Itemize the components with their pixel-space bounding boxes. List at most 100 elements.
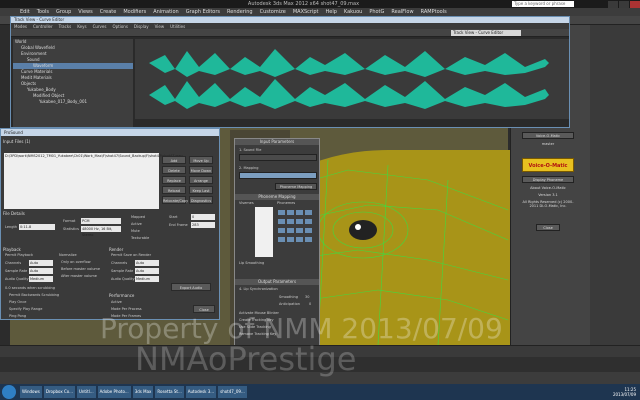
tv-menu-item[interactable]: Utilities (170, 24, 185, 29)
backwards-scrub-checkbox[interactable]: Permit Backwards Scrubbing (9, 293, 59, 297)
normalize-option[interactable]: After master volume (61, 274, 97, 278)
track-view-name-field[interactable]: Track View - Curve Editor (451, 30, 521, 36)
ping-pong-checkbox[interactable]: Ping Pong (9, 314, 26, 318)
export-audio-button[interactable]: Export Audio (171, 283, 211, 291)
menu-item[interactable]: Create (100, 9, 117, 15)
taskbar-item[interactable]: Untitl... (76, 386, 96, 398)
performance-label: Performance (109, 293, 135, 298)
channels-select[interactable]: Auto (29, 260, 53, 266)
tree-item[interactable]: Yukabee_017_Body_001 (13, 99, 133, 105)
taskbar-item[interactable]: Rosetta St... (155, 386, 184, 398)
mute-checkbox[interactable]: Mute (131, 229, 140, 233)
voice-o-matic-button[interactable]: Voice-O-Matic (522, 132, 574, 139)
menu-item[interactable]: Animation (153, 9, 179, 15)
start-button[interactable] (2, 385, 16, 399)
normalize-option[interactable]: Only on overflow (61, 260, 91, 264)
track-view-ruler[interactable] (135, 119, 569, 127)
diagnostics-button[interactable]: Diagnostics (189, 196, 213, 204)
viseme-list[interactable] (255, 207, 273, 257)
input-files-list[interactable]: D:\3PD\work\NMS2012_TM01_Yukabee\Ch01\Wo… (4, 153, 183, 209)
arrange-button[interactable]: Arrange (189, 176, 213, 184)
playback-label: Playback (3, 247, 21, 252)
close-button[interactable] (630, 0, 640, 8)
sample-rate-select[interactable]: Auto (29, 268, 53, 274)
statistics-field[interactable]: 48000 Hz, 16 Bit, Stereo (81, 226, 121, 237)
display-phoneme-button[interactable]: Display Phoneme (522, 176, 574, 183)
end-field[interactable]: 283 (191, 222, 215, 228)
move-down-button[interactable]: Move Down (189, 166, 213, 174)
tv-menu-item[interactable]: Controller (33, 24, 53, 29)
taskbar-item[interactable]: shot47_09... (218, 386, 247, 398)
delete-button[interactable]: Delete (162, 166, 186, 174)
start-field[interactable]: 0 (191, 214, 215, 220)
save-on-render-checkbox[interactable]: Permit Save on Render (111, 253, 151, 257)
play-range-checkbox[interactable]: Specify Play Range (9, 307, 42, 311)
menu-item[interactable]: Help (326, 9, 337, 15)
menu-item[interactable]: Modifiers (123, 9, 146, 15)
menu-item[interactable]: Customize (260, 9, 286, 15)
clock[interactable]: 11:25 2013/07/09 (613, 387, 640, 397)
audio-quality-select[interactable]: Medium (29, 276, 53, 282)
render-quality-select[interactable]: Medium (135, 276, 159, 282)
phoneme-grid[interactable] (277, 209, 317, 253)
clock-date: 2013/07/09 (612, 392, 636, 397)
smoothing-value[interactable]: 30 (305, 295, 309, 299)
voice-close-button[interactable]: Close (536, 224, 560, 231)
menu-item[interactable]: RAMPtools (421, 9, 447, 15)
menu-item[interactable]: RealFlow (391, 9, 413, 15)
anticipation-value[interactable]: 0 (309, 302, 311, 306)
active-checkbox[interactable]: Active (131, 222, 142, 226)
relocate-button[interactable]: Relocate/Copy (162, 196, 188, 204)
taskbar-item[interactable]: Dropbox Co... (43, 386, 75, 398)
replace-button[interactable]: Replace (162, 176, 186, 184)
menu-item[interactable]: Rendering (227, 9, 253, 15)
texturable-checkbox[interactable]: Texturable (131, 236, 149, 240)
voice-subtitle: master (541, 142, 555, 146)
tv-menu-item[interactable]: Options (112, 24, 127, 29)
menu-item[interactable]: MAXScript (293, 9, 319, 15)
mapping-bar[interactable] (239, 172, 317, 179)
waveform-curve-area[interactable] (135, 39, 569, 119)
keep-last-button[interactable]: Keep Last (189, 186, 213, 194)
play-once-checkbox[interactable]: Play Once (9, 300, 26, 304)
sound-file-field[interactable] (239, 154, 317, 161)
taskbar-item[interactable]: 3ds Max (132, 386, 154, 398)
tv-menu-item[interactable]: Display (134, 24, 149, 29)
render-sample-rate-select[interactable]: Auto (135, 268, 159, 274)
tv-menu-item[interactable]: Keys (77, 24, 86, 29)
tv-menu-item[interactable]: Modes (14, 24, 27, 29)
move-up-button[interactable]: Move Up (189, 156, 213, 164)
menu-item[interactable]: Kakuou (344, 9, 362, 15)
anticipation-label: Anticipation (279, 302, 300, 306)
menu-item[interactable]: Views (78, 9, 92, 15)
menu-item[interactable]: Edit (20, 9, 30, 15)
minimize-button[interactable] (608, 0, 618, 8)
file-path[interactable]: D:\3PD\work\NMS2012_TM01_Yukabee\Ch01\Wo… (5, 154, 183, 158)
menu-item[interactable]: Graph Editors (186, 9, 220, 15)
prosound-dialog: ProSound Input Files (1) D:\3PD\work\NMS… (0, 128, 220, 320)
taskbar-item[interactable]: Autodesk 3... (185, 386, 217, 398)
tv-menu-item[interactable]: Tracks (59, 24, 72, 29)
search-input[interactable]: Type a keyword or phrase (512, 1, 574, 7)
format-field[interactable]: PCM (81, 218, 121, 224)
lip-smoothing-checkbox[interactable]: Lip Smoothing (239, 261, 264, 265)
maximize-button[interactable] (619, 0, 629, 8)
reload-button[interactable]: Reload (162, 186, 186, 194)
phoneme-mapping-button[interactable]: Phoneme Mapping (275, 183, 317, 190)
menu-item[interactable]: PhotG (369, 9, 384, 15)
menu-item[interactable]: Tools (37, 9, 49, 15)
length-field[interactable]: 0:11.8 (19, 224, 55, 230)
perf-active-checkbox[interactable]: Active (111, 300, 122, 304)
normalize-option[interactable]: Before master volume (61, 267, 100, 271)
add-button[interactable]: Add (162, 156, 186, 164)
taskbar-item[interactable]: Windows (20, 386, 42, 398)
tv-menu-item[interactable]: Curves (93, 24, 107, 29)
output-params-header: Output Parameters (235, 279, 319, 285)
render-channels-select[interactable]: Auto (135, 260, 159, 266)
tv-menu-item[interactable]: View (155, 24, 165, 29)
perf-mode-process[interactable]: Mode Per Process (111, 307, 142, 311)
taskbar-item[interactable]: Adobe Photo... (97, 386, 131, 398)
mapped-checkbox[interactable]: Mapped (131, 215, 145, 219)
menu-item[interactable]: Group (56, 9, 71, 15)
permit-playback-checkbox[interactable]: Permit Playback (5, 253, 33, 257)
